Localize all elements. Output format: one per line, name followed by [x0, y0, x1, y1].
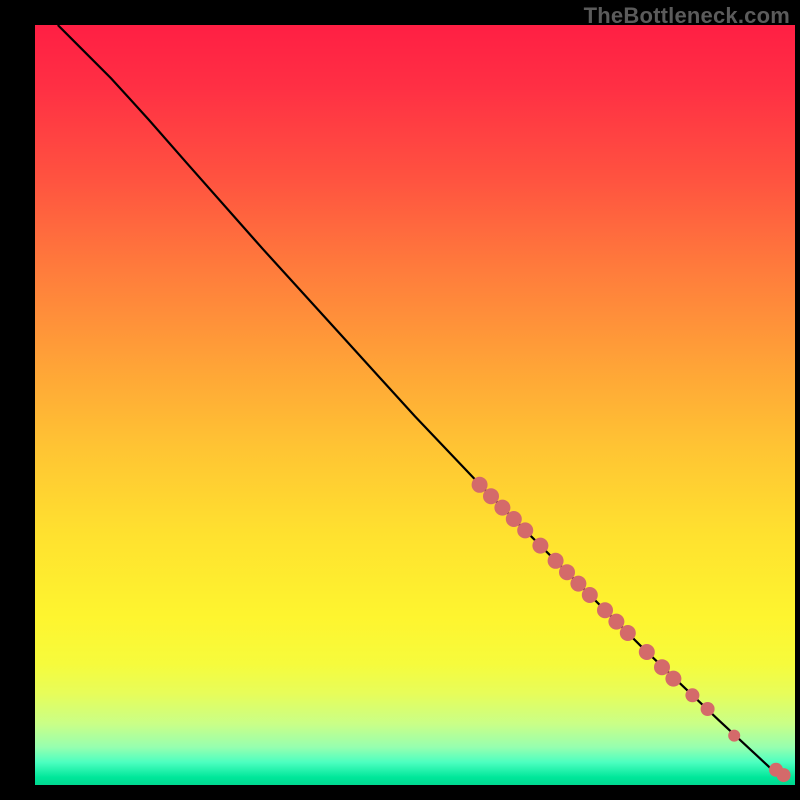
data-point	[517, 522, 533, 538]
chart-area	[35, 25, 795, 785]
data-point	[639, 644, 655, 660]
chart-svg	[35, 25, 795, 785]
data-point	[665, 671, 681, 687]
data-point	[597, 602, 613, 618]
trend-curve	[58, 25, 788, 777]
data-point	[654, 659, 670, 675]
data-points	[472, 477, 791, 782]
attribution-label: TheBottleneck.com	[584, 3, 790, 29]
data-point	[532, 538, 548, 554]
data-point	[685, 688, 699, 702]
data-point	[559, 564, 575, 580]
data-point	[608, 614, 624, 630]
data-point	[620, 625, 636, 641]
data-point	[548, 553, 564, 569]
data-point	[777, 768, 791, 782]
data-point	[506, 511, 522, 527]
data-point	[483, 488, 499, 504]
data-point	[472, 477, 488, 493]
data-point	[728, 730, 740, 742]
data-point	[570, 576, 586, 592]
data-point	[582, 587, 598, 603]
data-point	[494, 500, 510, 516]
data-point	[701, 702, 715, 716]
